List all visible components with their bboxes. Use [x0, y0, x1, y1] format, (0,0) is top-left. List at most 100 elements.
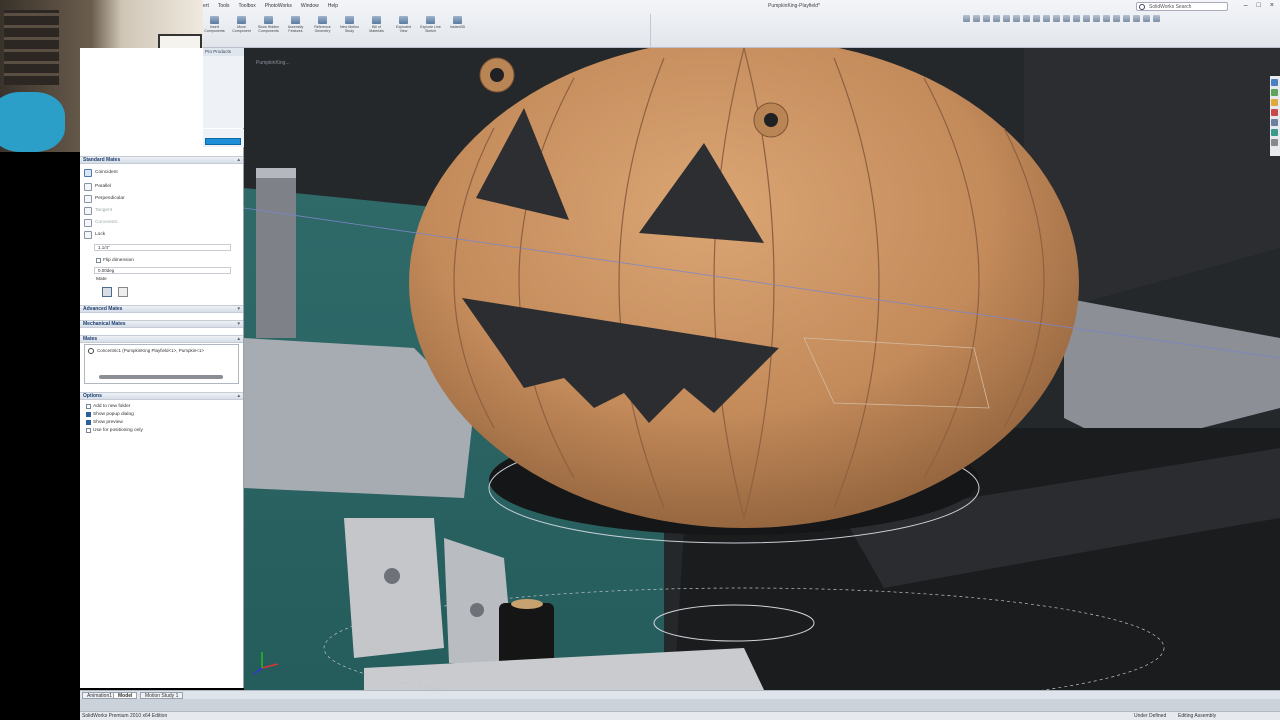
collapse-icon[interactable]: ▴: [237, 336, 240, 343]
bill-of-materials-button[interactable]: Bill of Materials: [365, 16, 388, 33]
advanced-mates-header[interactable]: Advanced Mates ▾: [80, 305, 243, 313]
edit-appearance-icon[interactable]: [1033, 15, 1040, 22]
exploded-view-button[interactable]: Exploded View: [392, 16, 415, 33]
design-library-icon[interactable]: [1271, 89, 1278, 96]
mate-perpendicular[interactable]: Perpendicular: [84, 193, 125, 204]
zoom-area-icon[interactable]: [973, 15, 980, 22]
mates-list-scrollbar[interactable]: [99, 375, 223, 379]
view-palette-icon[interactable]: [1271, 109, 1278, 116]
show-hidden-components-button[interactable]: Show Hidden Components: [257, 16, 280, 33]
resources-icon[interactable]: [1271, 79, 1278, 86]
file-explorer-icon[interactable]: [1271, 99, 1278, 106]
camera-icon[interactable]: [1093, 15, 1100, 22]
options-icon[interactable]: [1143, 15, 1150, 22]
apply-scene-icon[interactable]: [1043, 15, 1050, 22]
tab-animation1[interactable]: Animation1: [82, 692, 118, 699]
mates-list[interactable]: Concentric1 (PumpkinKing Playfield<1>, P…: [84, 344, 239, 384]
appearances-icon[interactable]: [1271, 119, 1278, 126]
mate-tangent[interactable]: Tangent: [84, 205, 112, 216]
search-input[interactable]: SolidWorks Search: [1136, 2, 1228, 11]
distance-input[interactable]: 1.1/4": [94, 244, 231, 251]
options-header[interactable]: Options ▴: [80, 392, 243, 400]
menu-toolbox[interactable]: Toolbox: [239, 3, 256, 12]
solidworks-forum-icon[interactable]: [1271, 139, 1278, 146]
menu-insert[interactable]: ert: [203, 3, 209, 12]
option-add-to-folder[interactable]: Add to new folder: [86, 404, 130, 409]
aligned-button[interactable]: [102, 287, 112, 297]
mate-coincident[interactable]: Coincident: [84, 167, 118, 178]
perspective-icon[interactable]: [1113, 15, 1120, 22]
view-settings-icon[interactable]: [1053, 15, 1060, 22]
option-checkbox[interactable]: [86, 428, 91, 433]
assembly-features-button[interactable]: Assembly Features: [284, 16, 307, 33]
anti-aligned-button[interactable]: [118, 287, 128, 297]
menu-photoworks[interactable]: PhotoWorks: [265, 3, 292, 12]
ambient-occlusion-icon[interactable]: [1133, 15, 1140, 22]
explode-line-sketch-button[interactable]: Explode Line Sketch: [419, 16, 442, 33]
option-positioning-only[interactable]: Use for positioning only: [86, 428, 143, 433]
mate-list-item[interactable]: Concentric1 (PumpkinKing Playfield<1>, P…: [97, 348, 204, 353]
expand-icon[interactable]: ▾: [237, 306, 240, 313]
close-button[interactable]: ×: [1270, 2, 1274, 9]
instant3d-button[interactable]: Instant3D: [446, 16, 469, 33]
concentric-icon: [84, 218, 92, 227]
flip-dimension-checkbox[interactable]: Flip dimension: [96, 258, 134, 263]
zoom-fit-icon[interactable]: [963, 15, 970, 22]
custom-properties-icon[interactable]: [1271, 129, 1278, 136]
mate-concentric[interactable]: Concentric: [84, 217, 118, 228]
status-bar: SolidWorks Premium 2010 x64 Edition Unde…: [80, 711, 1280, 720]
mate-selections[interactable]: [203, 129, 244, 147]
restore-button[interactable]: □: [1257, 2, 1261, 9]
mechanical-mates-header[interactable]: Mechanical Mates ▾: [80, 320, 243, 328]
pm-tab-label[interactable]: Pro Products: [203, 48, 244, 56]
insert-components-button[interactable]: Insert Components: [203, 16, 226, 33]
tab-motion-study-1[interactable]: Motion Study 1: [140, 692, 184, 699]
realview-icon[interactable]: [1123, 15, 1130, 22]
menu-tools[interactable]: Tools: [218, 3, 230, 12]
mate-lock[interactable]: Lock: [84, 229, 105, 240]
tab-model[interactable]: Model: [113, 692, 138, 699]
collapse-icon[interactable]: ▴: [237, 393, 240, 400]
previous-view-icon[interactable]: [983, 15, 990, 22]
webcam-shelf: [4, 10, 59, 85]
graphics-viewport[interactable]: PumpkinKing...: [244, 48, 1280, 690]
mate-alignment-label: Mate: [96, 277, 107, 282]
shadows-icon[interactable]: [1103, 15, 1110, 22]
boss-left-hole: [490, 68, 504, 82]
collapse-icon[interactable]: ▴: [237, 157, 240, 164]
hide-show-icon[interactable]: [1023, 15, 1030, 22]
mate-parallel[interactable]: Parallel: [84, 181, 111, 192]
standard-mates-header[interactable]: Standard Mates ▴: [80, 156, 243, 164]
help-icon[interactable]: [1153, 15, 1160, 22]
option-checkbox[interactable]: [86, 420, 91, 425]
flip-dimension-box[interactable]: [96, 258, 101, 263]
move-component-button[interactable]: Move Component: [230, 16, 253, 33]
option-show-preview[interactable]: Show preview: [86, 420, 123, 425]
reference-geometry-button[interactable]: Reference Geometry: [311, 16, 334, 33]
rotate-icon[interactable]: [1063, 15, 1070, 22]
motion-timeline-bar: [80, 699, 1280, 711]
instant3d-icon: [453, 16, 462, 24]
option-checkbox[interactable]: [86, 404, 91, 409]
option-show-popup[interactable]: Show popup dialog: [86, 412, 134, 417]
display-style-icon[interactable]: [1013, 15, 1020, 22]
angle-input[interactable]: 0.00deg: [94, 267, 231, 274]
selection-box[interactable]: [205, 138, 241, 145]
mates-header[interactable]: Mates ▴: [80, 335, 243, 343]
section-view-icon[interactable]: [993, 15, 1000, 22]
menu-help[interactable]: Help: [328, 3, 338, 12]
lights-icon[interactable]: [1083, 15, 1090, 22]
boss-right-hole: [764, 113, 778, 127]
task-pane-tabs: [1270, 76, 1280, 156]
view-orientation-icon[interactable]: [1003, 15, 1010, 22]
expand-icon[interactable]: ▾: [237, 321, 240, 328]
minimize-button[interactable]: –: [1244, 2, 1248, 9]
new-motion-study-button[interactable]: New Motion Study: [338, 16, 361, 33]
menu-window[interactable]: Window: [301, 3, 319, 12]
option-checkbox[interactable]: [86, 412, 91, 417]
cylinder-cap: [511, 599, 543, 609]
search-placeholder: SolidWorks Search: [1149, 4, 1192, 10]
cad-scene[interactable]: [244, 48, 1280, 690]
pan-icon[interactable]: [1073, 15, 1080, 22]
concentric-mate-icon: [88, 348, 94, 354]
